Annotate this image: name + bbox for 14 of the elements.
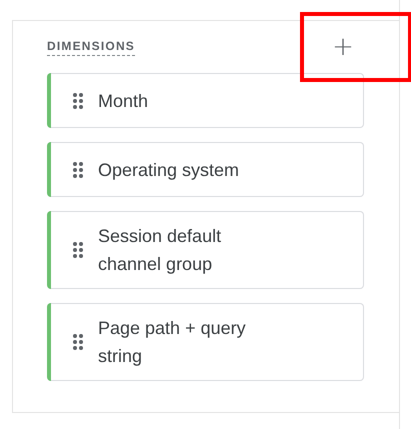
dimension-card[interactable]: Month [47, 73, 364, 128]
drag-handle-icon[interactable] [72, 241, 84, 259]
dimension-label: Month [98, 90, 148, 112]
dimension-card[interactable]: Session default channel group [47, 211, 364, 289]
section-title: DIMENSIONS [47, 38, 136, 56]
drag-handle-icon[interactable] [72, 333, 84, 351]
dimension-label: Page path + query string [98, 317, 247, 368]
dimension-label: Session default channel group [98, 225, 222, 276]
dimension-label: Operating system [98, 158, 240, 182]
drag-handle-icon[interactable] [72, 160, 84, 178]
dimension-card[interactable]: Operating system [47, 142, 364, 197]
drag-handle-icon[interactable] [72, 92, 84, 110]
add-button[interactable]: + [327, 31, 359, 63]
dimension-card[interactable]: Page path + query string [47, 303, 364, 381]
